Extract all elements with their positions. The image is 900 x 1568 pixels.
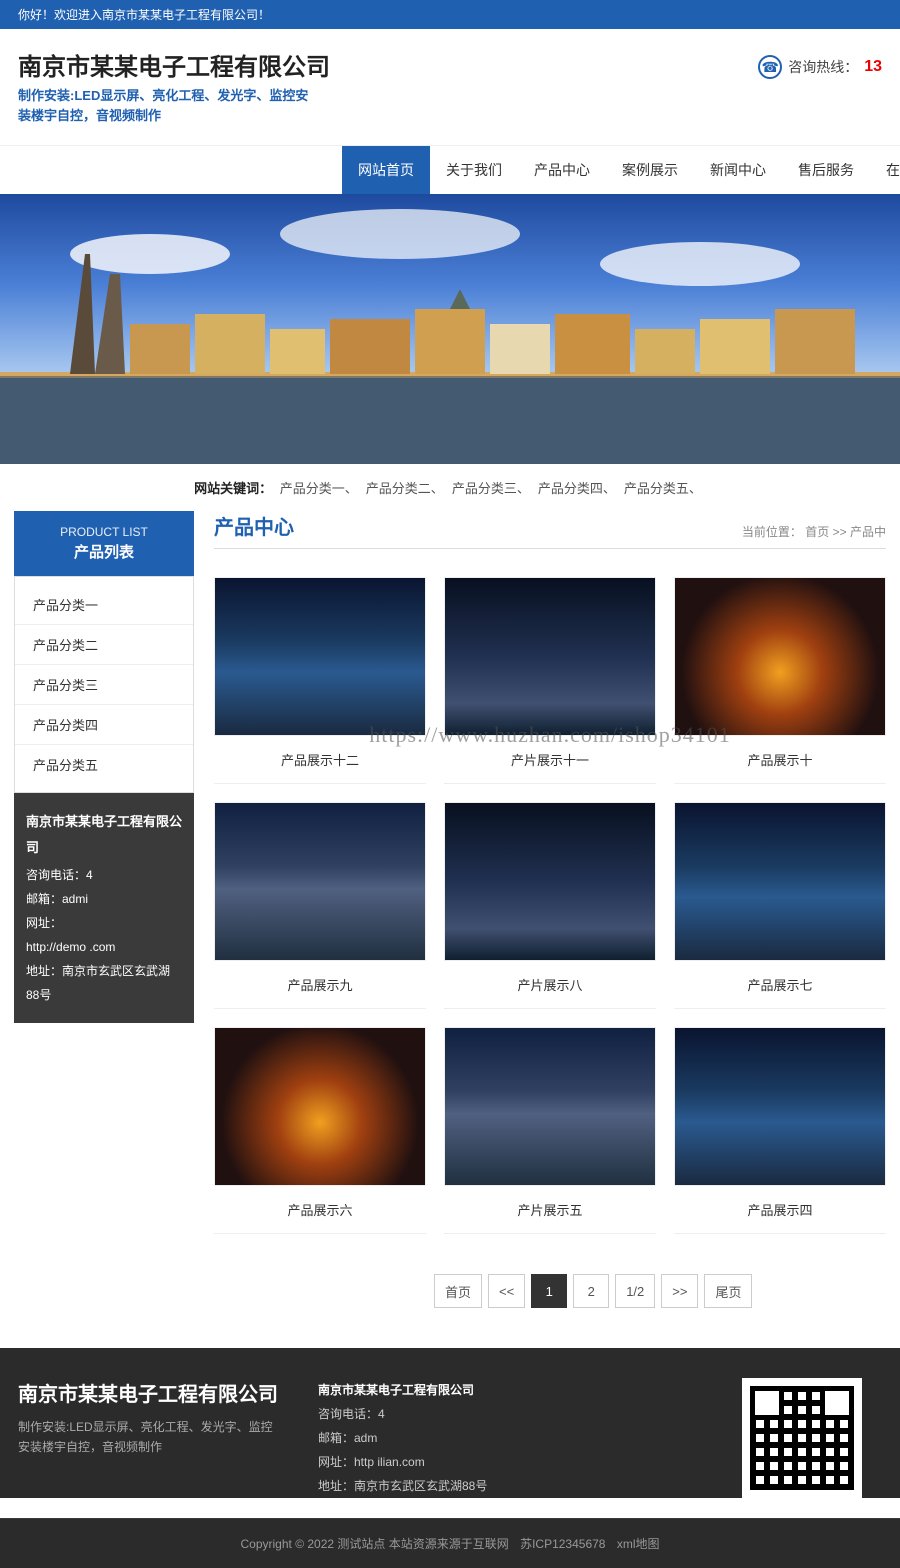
breadcrumb-home[interactable]: 首页 [805,525,829,539]
breadcrumb: 当前位置： 首页 >> 产品中 [742,523,886,540]
sidebar-category-3[interactable]: 产品分类四 [15,705,193,745]
product-thumb [674,577,886,736]
product-card-3[interactable]: 产品展示九 [214,802,426,1009]
product-name: 产品展示六 [214,1186,426,1234]
phone-icon: ☎ [758,55,782,79]
product-thumb [214,577,426,736]
sidebar-title: PRODUCT LIST 产品列表 [14,511,194,576]
footer-tagline: 制作安装:LED显示屏、亮化工程、发光字、监控安装楼宇自控，音视频制作 [18,1417,278,1458]
sidebar-contact-line-1: 邮箱：admi [26,887,182,911]
breadcrumb-sep: >> [833,525,850,539]
footer-contact-line-1: 邮箱：adm [318,1426,702,1450]
product-card-4[interactable]: 产片展示八 [444,802,656,1009]
hotline-number: 13 [864,58,882,76]
product-card-2[interactable]: 产品展示十 [674,577,886,784]
keyword-link-1[interactable]: 产品分类二、 [366,481,444,496]
product-thumb [214,1027,426,1186]
page-info[interactable]: 1/2 [615,1274,655,1308]
nav-item-6[interactable]: 在线留言 [870,146,900,194]
keyword-link-4[interactable]: 产品分类五、 [624,481,702,496]
footer: 南京市某某电子工程有限公司 制作安装:LED显示屏、亮化工程、发光字、监控安装楼… [0,1348,900,1498]
sidebar-category-1[interactable]: 产品分类二 [15,625,193,665]
footer-company-name: 南京市某某电子工程有限公司 [18,1378,278,1407]
keywords-label: 网站关键词： [194,481,272,496]
product-card-8[interactable]: 产品展示四 [674,1027,886,1234]
icp-link[interactable]: 苏ICP12345678 [520,1537,605,1551]
page-title: 产品中心 [214,511,294,540]
page-next[interactable]: >> [661,1274,698,1308]
product-thumb [444,1027,656,1186]
product-thumb [444,577,656,736]
footer-contact-line-3: 地址：南京市玄武区玄武湖88号 [318,1474,702,1498]
main-nav: 网站首页关于我们产品中心案例展示新闻中心售后服务在线留言联系我们 [0,145,900,194]
sitemap-link[interactable]: xml地图 [617,1537,660,1551]
sidebar-contact-line-2: 网址： [26,911,182,935]
sidebar: PRODUCT LIST 产品列表 产品分类一产品分类二产品分类三产品分类四产品… [14,511,194,1348]
page-last[interactable]: 尾页 [704,1274,752,1308]
product-name: 产品展示九 [214,961,426,1009]
company-tagline: 制作安装:LED显示屏、亮化工程、发光字、监控安装楼宇自控，音视频制作 [18,86,318,125]
sidebar-contact-line-3: http://demo .com [26,935,182,959]
copyright-text: Copyright © 2022 测试站点 本站资源来源于互联网 [241,1537,509,1551]
hotline-label: 咨询热线： [788,57,858,77]
product-thumb [674,802,886,961]
copyright-bar: Copyright © 2022 测试站点 本站资源来源于互联网 苏ICP123… [0,1518,900,1568]
product-name: 产片展示十一 [444,736,656,784]
product-name: 产品展示十二 [214,736,426,784]
breadcrumb-prefix: 当前位置： [742,525,802,539]
product-thumb [444,802,656,961]
product-card-1[interactable]: 产片展示十一 [444,577,656,784]
keyword-link-0[interactable]: 产品分类一、 [280,481,358,496]
nav-item-5[interactable]: 售后服务 [782,146,870,194]
nav-item-0[interactable]: 网站首页 [342,146,430,194]
company-name: 南京市某某电子工程有限公司 [18,47,758,82]
keyword-link-2[interactable]: 产品分类三、 [452,481,530,496]
product-thumb [674,1027,886,1186]
sidebar-title-cn: 产品列表 [14,541,194,562]
breadcrumb-current: 产品中 [850,525,886,539]
product-grid: 产品展示十二产片展示十一产品展示十产品展示九产片展示八产品展示七产品展示六产片展… [214,577,886,1234]
footer-contact-line-2: 网址：http ilian.com [318,1450,702,1474]
sidebar-category-2[interactable]: 产品分类三 [15,665,193,705]
nav-item-1[interactable]: 关于我们 [430,146,518,194]
hero-banner [0,194,900,464]
sidebar-category-4[interactable]: 产品分类五 [15,745,193,784]
sidebar-category-0[interactable]: 产品分类一 [15,585,193,625]
nav-item-2[interactable]: 产品中心 [518,146,606,194]
product-name: 产片展示八 [444,961,656,1009]
top-bar: 你好！欢迎进入南京市某某电子工程有限公司！ [0,0,900,29]
keywords-bar: 网站关键词： 产品分类一、产品分类二、产品分类三、产品分类四、产品分类五、 [0,464,900,511]
product-card-0[interactable]: 产品展示十二 [214,577,426,784]
product-name: 产品展示十 [674,736,886,784]
product-thumb [214,802,426,961]
footer-contact-line-0: 咨询电话：4 [318,1402,702,1426]
product-name: 产品展示七 [674,961,886,1009]
product-card-5[interactable]: 产品展示七 [674,802,886,1009]
main-header: 产品中心 当前位置： 首页 >> 产品中 [214,511,886,549]
pagination: 首页<<121/2>>尾页 [434,1274,886,1308]
sidebar-contact: 南京市某某电子工程有限公司 咨询电话：4邮箱：admi网址：http://dem… [14,793,194,1023]
sidebar-contact-line-4: 地址：南京市玄武区玄武湖88号 [26,959,182,1007]
sidebar-contact-name: 南京市某某电子工程有限公司 [26,809,182,861]
page-first[interactable]: 首页 [434,1274,482,1308]
nav-item-4[interactable]: 新闻中心 [694,146,782,194]
page-prev[interactable]: << [488,1274,525,1308]
product-name: 产品展示四 [674,1186,886,1234]
nav-item-3[interactable]: 案例展示 [606,146,694,194]
page-2[interactable]: 2 [573,1274,609,1308]
product-name: 产片展示五 [444,1186,656,1234]
page-1[interactable]: 1 [531,1274,567,1308]
keyword-link-3[interactable]: 产品分类四、 [538,481,616,496]
product-card-7[interactable]: 产片展示五 [444,1027,656,1234]
sidebar-title-en: PRODUCT LIST [14,525,194,539]
header: 南京市某某电子工程有限公司 制作安装:LED显示屏、亮化工程、发光字、监控安装楼… [0,29,900,125]
qr-code [742,1378,862,1498]
sidebar-contact-line-0: 咨询电话：4 [26,863,182,887]
footer-contact-name: 南京市某某电子工程有限公司 [318,1378,702,1402]
main-content: 产品中心 当前位置： 首页 >> 产品中 产品展示十二产片展示十一产品展示十产品… [214,511,886,1348]
hotline: ☎ 咨询热线： 13 [758,55,882,79]
product-card-6[interactable]: 产品展示六 [214,1027,426,1234]
sidebar-category-list: 产品分类一产品分类二产品分类三产品分类四产品分类五 [14,576,194,793]
